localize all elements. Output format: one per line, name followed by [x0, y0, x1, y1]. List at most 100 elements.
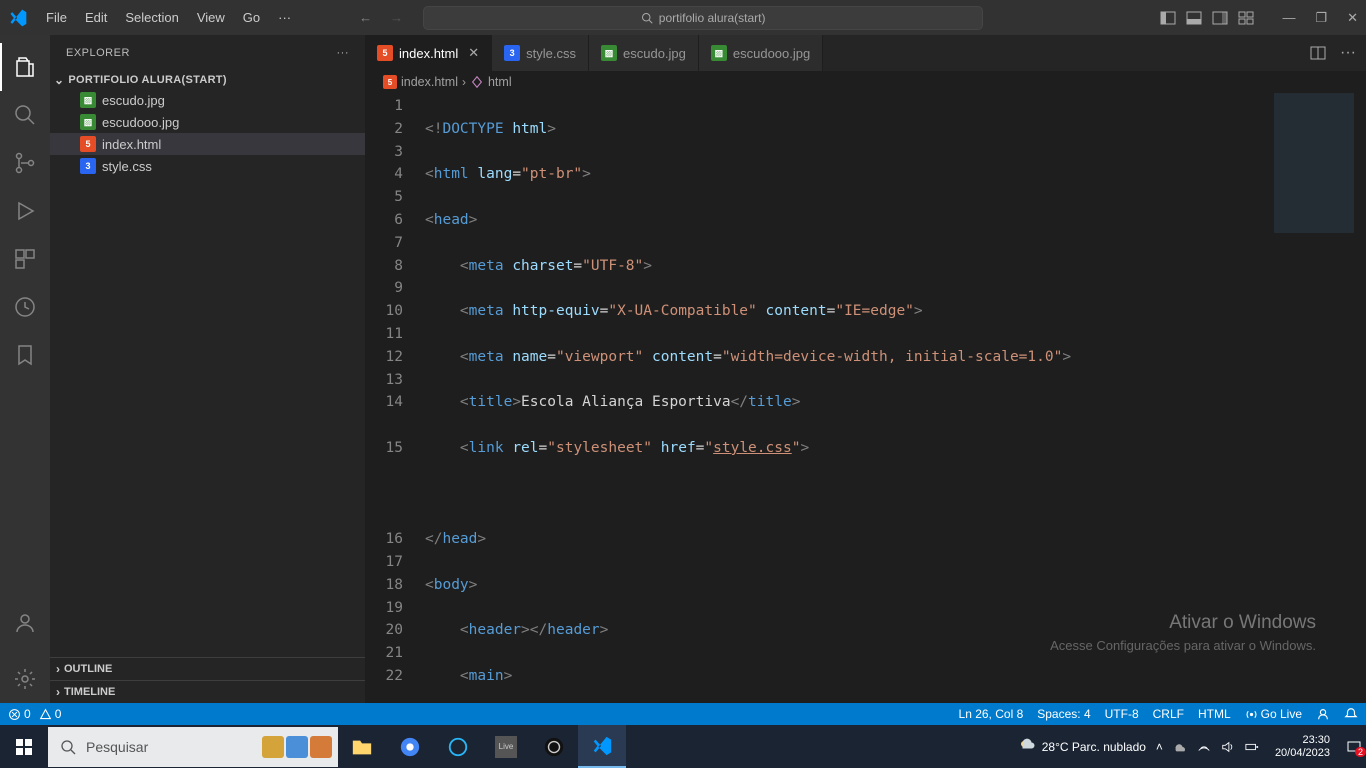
- breadcrumb-symbol: html: [488, 75, 512, 89]
- cortana-app[interactable]: [434, 725, 482, 768]
- clock-date: 20/04/2023: [1275, 747, 1330, 760]
- chrome-app[interactable]: [386, 725, 434, 768]
- explorer-sidebar: EXPLORER ··· ⌄ PORTIFOLIO ALURA(START) ▨…: [50, 35, 365, 703]
- outline-label: OUTLINE: [64, 663, 112, 675]
- menu-more[interactable]: ···: [270, 6, 299, 29]
- toggle-secondary-sidebar-icon[interactable]: [1212, 10, 1228, 26]
- minimize-icon[interactable]: —: [1282, 10, 1295, 26]
- command-center-text: portifolio alura(start): [659, 11, 766, 25]
- chevron-down-icon: ⌄: [54, 73, 64, 87]
- taskbar-search[interactable]: Pesquisar: [48, 727, 338, 767]
- editor-tabs: 5index.html✕ 3style.css ▨escudo.jpg ▨esc…: [365, 35, 1366, 71]
- status-errors[interactable]: 0: [8, 707, 31, 721]
- weather-text: 28°C Parc. nublado: [1042, 740, 1146, 754]
- explorer-icon[interactable]: [0, 43, 50, 91]
- nav-arrows: ← →: [359, 10, 403, 25]
- start-button[interactable]: [0, 725, 48, 768]
- tab-label: escudo.jpg: [623, 46, 686, 61]
- network-icon[interactable]: [1197, 740, 1211, 754]
- accounts-icon[interactable]: [0, 599, 50, 647]
- run-debug-icon[interactable]: [0, 187, 50, 235]
- breadcrumb[interactable]: 5 index.html › html: [365, 71, 1366, 93]
- editor-group: 5index.html✕ 3style.css ▨escudo.jpg ▨esc…: [365, 35, 1366, 703]
- toggle-panel-icon[interactable]: [1186, 10, 1202, 26]
- system-tray: 28°C Parc. nublado ˄ 23:30 20/04/2023 2: [1018, 734, 1366, 760]
- notifications-icon[interactable]: 2: [1346, 739, 1362, 755]
- vscode-app[interactable]: [578, 725, 626, 768]
- tab-escudooo-jpg[interactable]: ▨escudooo.jpg: [699, 35, 823, 71]
- tray-chevron-icon[interactable]: ˄: [1156, 740, 1163, 754]
- image-file-icon: ▨: [80, 114, 96, 130]
- file-explorer-app[interactable]: [338, 725, 386, 768]
- broadcast-icon: [1245, 708, 1258, 721]
- onedrive-icon[interactable]: [1173, 740, 1187, 754]
- window-controls: — ❐ ✕: [1282, 10, 1358, 26]
- timeline-section[interactable]: ›TIMELINE: [50, 680, 365, 703]
- tab-style-css[interactable]: 3style.css: [492, 35, 589, 71]
- extensions-icon[interactable]: [0, 235, 50, 283]
- live-share-icon[interactable]: [0, 283, 50, 331]
- menu-file[interactable]: File: [38, 6, 75, 29]
- tab-label: index.html: [399, 46, 458, 61]
- menu-edit[interactable]: Edit: [77, 6, 115, 29]
- windows-activation-watermark: Ativar o Windows Acesse Configurações pa…: [1050, 612, 1316, 653]
- nav-forward-icon[interactable]: →: [390, 10, 403, 25]
- css-file-icon: 3: [80, 158, 96, 174]
- vscode-logo-icon: [8, 8, 28, 28]
- bookmark-icon[interactable]: [0, 331, 50, 379]
- tab-escudo-jpg[interactable]: ▨escudo.jpg: [589, 35, 699, 71]
- weather-widget[interactable]: 28°C Parc. nublado: [1018, 738, 1146, 756]
- html-file-icon: 5: [383, 75, 397, 89]
- menu-selection[interactable]: Selection: [117, 6, 186, 29]
- windows-taskbar: Pesquisar Live 28°C Parc. nublado ˄ 23:3…: [0, 725, 1366, 768]
- menu-go[interactable]: Go: [235, 6, 268, 29]
- status-bell-icon[interactable]: [1344, 707, 1358, 721]
- errors-count: 0: [24, 707, 31, 721]
- live-app[interactable]: Live: [482, 725, 530, 768]
- explorer-more-icon[interactable]: ···: [337, 47, 350, 59]
- split-editor-icon[interactable]: [1310, 45, 1326, 61]
- file-item-escudooo[interactable]: ▨escudooo.jpg: [50, 111, 365, 133]
- file-label: escudo.jpg: [102, 93, 165, 108]
- command-center[interactable]: portifolio alura(start): [423, 6, 983, 30]
- status-go-live[interactable]: Go Live: [1245, 707, 1302, 721]
- status-line-col[interactable]: Ln 26, Col 8: [959, 707, 1024, 721]
- layout-controls: [1160, 10, 1254, 26]
- file-label: index.html: [102, 137, 161, 152]
- toggle-primary-sidebar-icon[interactable]: [1160, 10, 1176, 26]
- tab-index-html[interactable]: 5index.html✕: [365, 35, 492, 71]
- clock[interactable]: 23:30 20/04/2023: [1269, 734, 1336, 760]
- minimap[interactable]: [1274, 93, 1354, 233]
- chevron-right-icon: ›: [56, 662, 60, 676]
- search-icon: [60, 739, 76, 755]
- status-warnings[interactable]: 0: [39, 707, 62, 721]
- outline-section[interactable]: › OUTLINE: [50, 657, 365, 680]
- tab-close-icon[interactable]: ✕: [468, 45, 479, 61]
- file-item-index[interactable]: 5 index.html: [50, 133, 365, 155]
- project-folder-header[interactable]: ⌄ PORTIFOLIO ALURA(START): [50, 71, 365, 89]
- watermark-title: Ativar o Windows: [1050, 612, 1316, 634]
- status-encoding[interactable]: UTF-8: [1105, 707, 1139, 721]
- file-item-style[interactable]: 3style.css: [50, 155, 365, 177]
- source-control-icon[interactable]: [0, 139, 50, 187]
- close-icon[interactable]: ✕: [1347, 10, 1358, 26]
- status-feedback-icon[interactable]: [1316, 707, 1330, 721]
- menu-view[interactable]: View: [189, 6, 233, 29]
- maximize-icon[interactable]: ❐: [1315, 10, 1327, 26]
- settings-gear-icon[interactable]: [0, 655, 50, 703]
- battery-icon[interactable]: [1245, 740, 1259, 754]
- symbol-icon: [470, 75, 484, 89]
- customize-layout-icon[interactable]: [1238, 10, 1254, 26]
- status-spaces[interactable]: Spaces: 4: [1037, 707, 1090, 721]
- volume-icon[interactable]: [1221, 740, 1235, 754]
- status-eol[interactable]: CRLF: [1153, 707, 1184, 721]
- file-item-escudo[interactable]: ▨escudo.jpg: [50, 89, 365, 111]
- editor-more-icon[interactable]: ···: [1340, 44, 1356, 62]
- search-activity-icon[interactable]: [0, 91, 50, 139]
- status-language[interactable]: HTML: [1198, 707, 1231, 721]
- nav-back-icon[interactable]: ←: [359, 10, 372, 25]
- spotify-app[interactable]: [530, 725, 578, 768]
- chevron-right-icon: ›: [462, 75, 466, 89]
- image-file-icon: ▨: [711, 45, 727, 61]
- html-file-icon: 5: [80, 136, 96, 152]
